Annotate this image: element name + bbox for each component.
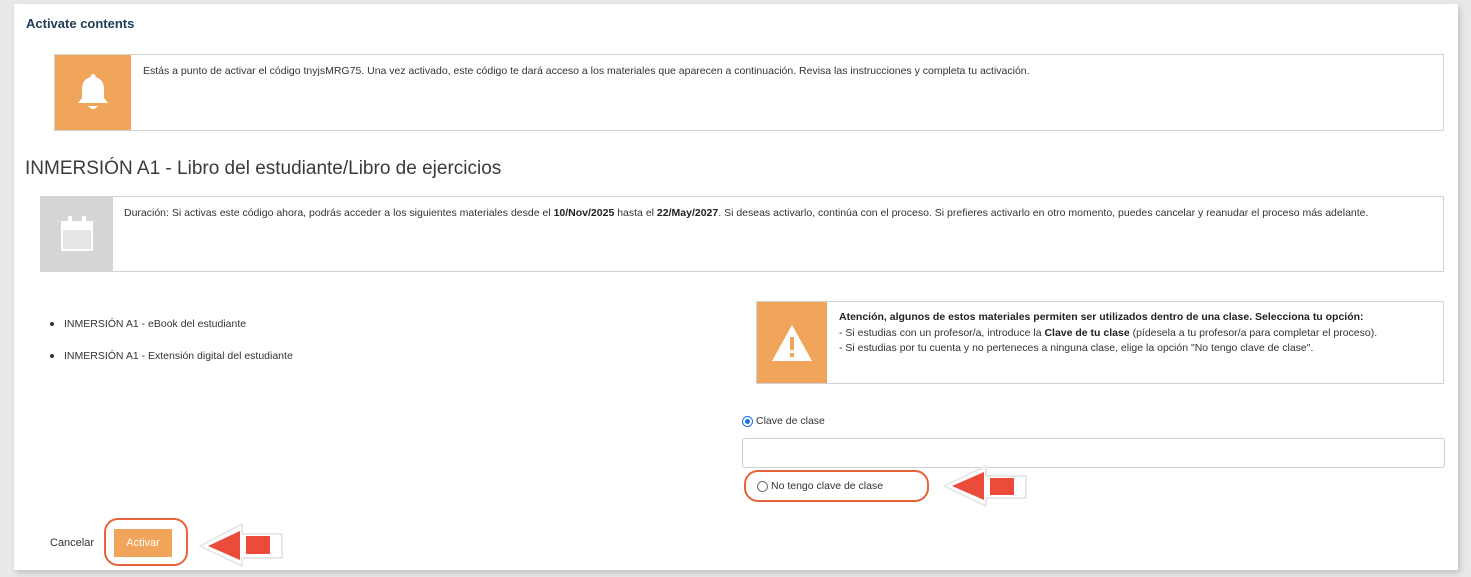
no-class-key-highlight: [744, 470, 929, 502]
start-date: 10/Nov/2025: [553, 207, 615, 219]
warning-heading: Atención, algunos de estos materiales pe…: [839, 311, 1364, 323]
warning-icon: [772, 324, 812, 361]
warning-icon-box: [757, 302, 827, 383]
activation-notice: Estás a punto de activar el código tnyjs…: [54, 54, 1444, 131]
cancel-link[interactable]: Cancelar: [50, 537, 94, 549]
list-item: INMERSIÓN A1 - eBook del estudiante: [48, 316, 293, 348]
class-key-input[interactable]: [742, 438, 1445, 468]
calendar-icon: [61, 216, 93, 251]
activation-notice-text: Estás a punto de activar el código tnyjs…: [143, 65, 1030, 77]
bell-icon-box: [55, 55, 131, 130]
class-key-radio[interactable]: [742, 415, 753, 427]
duration-text: Duración: Si activas este código ahora, …: [124, 207, 1369, 219]
class-key-option[interactable]: Clave de clase: [742, 415, 825, 427]
end-date: 22/May/2027: [656, 207, 719, 219]
product-title: INMERSIÓN A1 - Libro del estudiante/Libr…: [25, 158, 502, 179]
materials-list: INMERSIÓN A1 - eBook del estudiante INME…: [48, 316, 293, 380]
class-warning-text: Atención, algunos de estos materiales pe…: [839, 311, 1378, 354]
pointer-arrow-icon: [199, 523, 283, 567]
class-key-label: Clave de clase: [756, 415, 825, 427]
class-warning: Atención, algunos de estos materiales pe…: [756, 301, 1444, 384]
section-title: Activate contents: [26, 16, 135, 31]
bell-icon: [78, 73, 108, 109]
list-item: INMERSIÓN A1 - Extensión digital del est…: [48, 348, 293, 380]
calendar-icon-box: [41, 197, 113, 271]
activate-highlight: [104, 518, 188, 566]
duration-notice: Duración: Si activas este código ahora, …: [40, 196, 1444, 272]
pointer-arrow-icon: [943, 465, 1027, 507]
activation-code: tnyjsMRG75: [303, 65, 362, 77]
